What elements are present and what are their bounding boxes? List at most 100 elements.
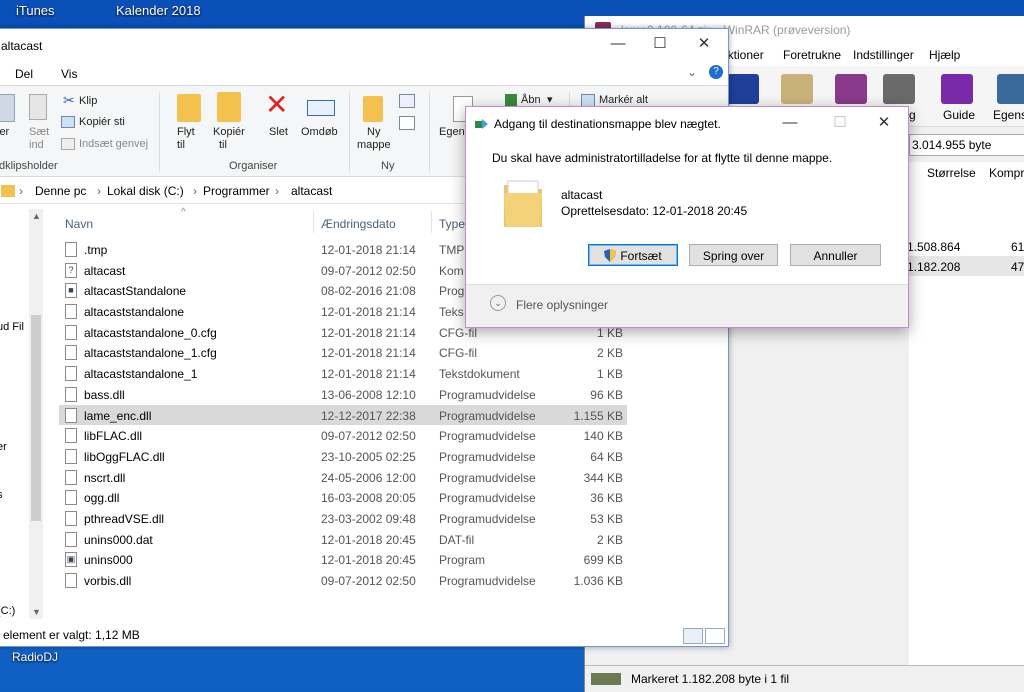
easy-access-icon[interactable]	[399, 116, 415, 130]
copy-to-icon[interactable]	[217, 92, 241, 122]
table-row[interactable]: libOggFLAC.dll 23-10-2005 02:25 Programudv…	[59, 446, 627, 467]
copy-to-label-1[interactable]: Kopiér	[213, 126, 245, 139]
winrar-col-size[interactable]: Størrelse	[927, 166, 976, 180]
table-row[interactable]: ogg.dll 16-03-2008 20:05 Programudvidelse 3…	[59, 487, 627, 508]
rename-label[interactable]: Omdøb	[301, 126, 338, 139]
skip-button[interactable]: Spring over	[689, 244, 778, 266]
nav-item[interactable]: er	[0, 441, 7, 453]
paste-icon[interactable]	[0, 94, 15, 122]
copy-path-icon[interactable]	[61, 116, 75, 128]
column-name[interactable]: Navn	[65, 217, 93, 231]
delete-icon[interactable]: ✕	[265, 90, 288, 120]
large-icons-view-icon[interactable]	[705, 628, 725, 644]
move-to-label-1[interactable]: Flyt	[177, 126, 195, 139]
winrar-tool-icon[interactable]	[883, 74, 915, 104]
close-icon[interactable]: ✕	[693, 35, 715, 53]
winrar-tool-icon[interactable]	[781, 74, 813, 104]
move-to-icon[interactable]	[177, 94, 201, 122]
nav-item-drive-c[interactable]: (C:)	[0, 605, 15, 617]
close-icon[interactable]: ✕	[872, 113, 896, 133]
delete-label[interactable]: Slet	[269, 126, 288, 139]
new-folder-label-2[interactable]: mappe	[357, 139, 391, 152]
breadcrumb-this-pc[interactable]: Denne pc	[35, 184, 86, 198]
copy-path-label[interactable]: Kopiér sti	[79, 116, 125, 129]
winrar-row[interactable]: 1.508.864 611	[907, 236, 1024, 256]
scroll-down-icon[interactable]: ▼	[32, 607, 41, 617]
column-separator[interactable]	[431, 211, 432, 233]
new-folder-icon[interactable]	[363, 96, 383, 122]
maximize-icon[interactable]: ☐	[649, 35, 671, 53]
nav-item[interactable]: s	[0, 489, 3, 501]
column-separator[interactable]	[313, 211, 314, 233]
winrar-tool-guide-label[interactable]: Guide	[943, 108, 975, 122]
winrar-wizard-icon[interactable]	[941, 74, 973, 104]
properties-label[interactable]: Egen	[439, 126, 465, 139]
column-date[interactable]: Ændringsdato	[321, 217, 396, 231]
table-row[interactable]: vorbis.dll 09-07-2012 02:50 Programudvidel…	[59, 570, 627, 591]
open-icon[interactable]	[505, 94, 517, 106]
file-date: 12-01-2018 21:14	[321, 325, 416, 340]
scroll-up-icon[interactable]: ▲	[32, 211, 41, 221]
winrar-tool-icon[interactable]	[835, 74, 867, 104]
scrollbar-thumb[interactable]	[31, 315, 41, 521]
tab-share[interactable]: Del	[15, 67, 33, 81]
file-name: altacaststandalone_0.cfg	[84, 325, 217, 340]
desktop-icon-calendar-label[interactable]: Kalender 2018	[116, 3, 201, 18]
winrar-menu-settings[interactable]: Indstillinger	[853, 48, 914, 62]
details-view-icon[interactable]	[683, 628, 703, 644]
cut-icon[interactable]: ✂	[63, 92, 75, 109]
winrar-tool-icon[interactable]	[727, 74, 759, 104]
group-clipboard-label: dklipsholder	[0, 160, 58, 172]
ribbon-tabs: Del Vis ⌄ ?	[0, 61, 728, 85]
winrar-tool-label[interactable]: g	[909, 108, 916, 122]
folder-icon	[1, 185, 15, 197]
table-row[interactable]: ▣ unins000 12-01-2018 20:45 Program 699 KB	[59, 549, 627, 570]
nav-item[interactable]: ud Fil	[0, 321, 24, 333]
table-row[interactable]: altacaststandalone_1 12-01-2018 21:14 Teks…	[59, 363, 627, 384]
paste-label[interactable]: ier	[0, 126, 9, 139]
new-item-icon[interactable]	[399, 94, 415, 108]
winrar-menu-favorites[interactable]: Foretrukne	[783, 48, 841, 62]
new-folder-label-1[interactable]: Ny	[367, 126, 380, 139]
file-date: 09-07-2012 02:50	[321, 574, 416, 588]
table-row[interactable]: bass.dll 13-06-2008 12:10 Programudvidelse…	[59, 384, 627, 405]
file-name: libOggFLAC.dll	[84, 449, 165, 464]
continue-button[interactable]: Fortsæt	[588, 244, 678, 266]
table-row[interactable]: altacaststandalone_1.cfg 12-01-2018 21:14…	[59, 342, 627, 363]
file-type: Programudvidelse	[439, 387, 536, 402]
winrar-menu-help[interactable]: Hjælp	[929, 48, 960, 62]
rename-icon[interactable]	[307, 100, 335, 116]
cut-label[interactable]: Klip	[79, 95, 97, 108]
winrar-info-icon[interactable]	[997, 74, 1024, 104]
ribbon-collapse-icon[interactable]: ⌄	[687, 65, 697, 79]
chevron-down-icon[interactable]: ⌄	[490, 295, 506, 311]
breadcrumb-local-disk[interactable]: Lokal disk (C:)	[107, 184, 184, 198]
winrar-address[interactable]: 3.014.955 byte	[909, 134, 1024, 156]
breadcrumb-programs[interactable]: Programmer	[203, 184, 270, 198]
move-to-label-2[interactable]: til	[177, 139, 185, 152]
more-details-link[interactable]: Flere oplysninger	[516, 298, 608, 312]
winrar-tool-properties-label[interactable]: Egensk	[993, 108, 1024, 122]
file-icon	[65, 490, 77, 506]
tab-view[interactable]: Vis	[61, 67, 77, 81]
cancel-button[interactable]: Annuller	[790, 244, 881, 266]
table-row-selected[interactable]: lame_enc.dll 12-12-2017 22:38 Programudvid…	[59, 404, 627, 426]
breadcrumb-separator-icon: ›	[275, 184, 279, 198]
table-row[interactable]: pthreadVSE.dll 23-03-2002 09:48 Programudv…	[59, 508, 627, 529]
desktop-icon-radiodj-label[interactable]: RadioDJ	[12, 650, 58, 664]
minimize-icon[interactable]: —	[607, 35, 629, 53]
minimize-icon[interactable]: —	[778, 113, 802, 133]
winrar-row-selected[interactable]: 1.182.208 475	[905, 256, 1024, 276]
nav-scrollbar[interactable]: ▲ ▼	[29, 209, 43, 619]
table-row[interactable]: libFLAC.dll 09-07-2012 02:50 Programudvide…	[59, 425, 627, 446]
file-date: 08-02-2016 21:08	[321, 284, 416, 299]
table-row[interactable]: unins000.dat 12-01-2018 20:45 DAT-fil 2 KB	[59, 529, 627, 550]
copy-to-label-2[interactable]: til	[219, 139, 227, 152]
breadcrumb-altacast[interactable]: altacast	[291, 184, 332, 198]
table-row[interactable]: nscrt.dll 24-05-2006 12:00 Programudvidels…	[59, 467, 627, 488]
column-type[interactable]: Type	[439, 217, 465, 231]
file-icon: ▣	[65, 552, 77, 568]
winrar-col-compressed[interactable]: Kompri	[989, 166, 1024, 180]
help-icon[interactable]: ?	[709, 65, 723, 79]
desktop-icon-itunes-label[interactable]: iTunes	[16, 3, 55, 18]
